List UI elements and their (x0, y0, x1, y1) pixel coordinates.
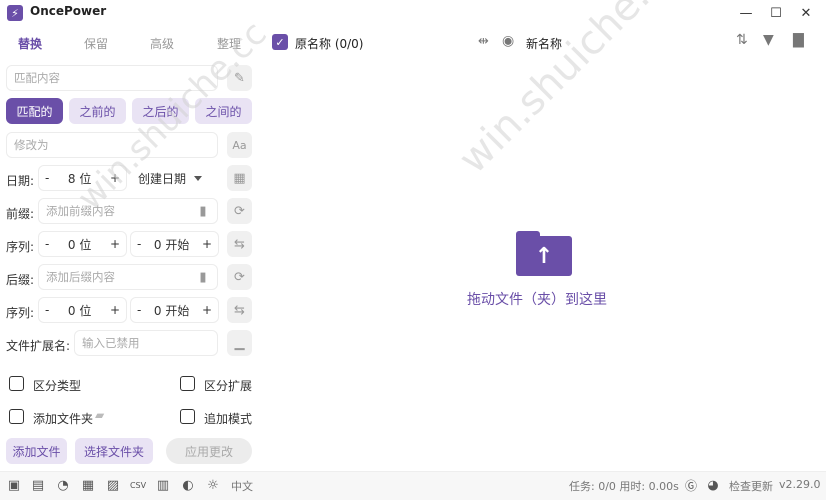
tab-replace[interactable]: 替换 (18, 35, 42, 52)
github-icon[interactable]: ◕ (705, 477, 721, 493)
maximize-button[interactable]: ☐ (761, 2, 791, 24)
sequence-digits-stepper-1[interactable]: - 0 位 + (38, 231, 127, 257)
mode-match-button[interactable]: 匹配的 (6, 98, 63, 124)
tips-icon[interactable]: ◐ (180, 477, 196, 493)
minus-icon[interactable]: ▁ (227, 330, 252, 356)
date-type-value: 创建日期 (138, 171, 187, 186)
match-content-input[interactable]: 匹配内容 (6, 65, 218, 91)
log-icon[interactable]: ▤ (30, 477, 46, 493)
save-icon[interactable]: ▣ (6, 477, 22, 493)
theme-icon[interactable]: ☼ (205, 477, 221, 493)
sequence-label-2: 序列: (6, 306, 35, 320)
sequence-start-stepper-2[interactable]: - 0 开始 + (130, 297, 219, 323)
suffix-label: 后缀: (6, 273, 35, 287)
language-switch[interactable]: 中文 (231, 478, 253, 494)
extension-label: 文件扩展名: (6, 339, 71, 353)
app-logo-icon: ⚡ (7, 5, 23, 21)
sequence-label-1: 序列: (6, 240, 35, 254)
calendar-icon[interactable]: ▥ (155, 477, 171, 493)
file-icon[interactable]: ▮ (192, 199, 214, 223)
refresh-icon[interactable]: ⟳ (227, 198, 252, 224)
add-file-button[interactable]: 添加文件 (6, 438, 67, 464)
prefix-label: 前缀: (6, 207, 35, 221)
new-name-header: 新名称 (526, 37, 563, 51)
sort-icon[interactable]: ⇅ (736, 32, 748, 48)
append-mode-label: 追加模式 (204, 412, 253, 426)
file-icon[interactable]: ▮ (192, 265, 214, 289)
plus-button[interactable]: + (110, 237, 120, 251)
eye-icon[interactable]: ◉ (502, 33, 514, 49)
date-digits-stepper[interactable]: - 8 位 + (38, 165, 127, 191)
extension-input[interactable]: 输入已禁用 (74, 330, 218, 356)
plus-button[interactable]: + (110, 171, 120, 185)
modify-to-input[interactable]: 修改为 (6, 132, 218, 158)
tab-keep[interactable]: 保留 (84, 35, 108, 52)
sequence-digits-value: 0 位 (67, 303, 92, 318)
check-update-link[interactable]: 检查更新 (729, 478, 773, 494)
version-label: v2.29.0 (779, 478, 821, 491)
plus-button[interactable]: + (110, 303, 120, 317)
prefix-input[interactable]: 添加前缀内容 (38, 198, 218, 224)
chevron-down-icon (194, 175, 203, 181)
date-type-select[interactable]: 创建日期 (138, 165, 203, 191)
distinguish-ext-label: 区分扩展 (204, 379, 253, 393)
ruler-icon[interactable]: ✎ (227, 65, 252, 91)
tab-organize[interactable]: 整理 (217, 35, 241, 52)
case-icon[interactable]: Aa (227, 132, 252, 158)
append-mode-checkbox[interactable] (180, 409, 195, 424)
add-folder-label: 添加文件夹 (33, 412, 94, 426)
mode-before-button[interactable]: 之前的 (69, 98, 126, 124)
distinguish-ext-checkbox[interactable] (180, 376, 195, 391)
gitee-icon[interactable]: Ⓖ (683, 477, 699, 493)
original-name-header: 原名称 (0/0) (295, 37, 364, 51)
package-icon[interactable]: ▦ (80, 477, 96, 493)
distinguish-type-label: 区分类型 (33, 379, 82, 393)
sequence-start-stepper-1[interactable]: - 0 开始 + (130, 231, 219, 257)
date-label: 日期: (6, 174, 35, 188)
select-all-checkbox[interactable]: ✓ (272, 34, 288, 50)
task-status: 任务: 0/0 用时: 0.00s (569, 480, 679, 493)
select-folder-button[interactable]: 选择文件夹 (75, 438, 153, 464)
mode-after-button[interactable]: 之后的 (132, 98, 189, 124)
close-button[interactable]: ✕ (791, 2, 821, 24)
compare-icon[interactable]: ⇹ (478, 34, 489, 49)
sequence-digits-stepper-2[interactable]: - 0 位 + (38, 297, 127, 323)
mode-between-button[interactable]: 之间的 (195, 98, 252, 124)
sequence-settings-icon[interactable]: ⇆ (227, 231, 252, 257)
image-icon[interactable]: ▨ (105, 477, 121, 493)
refresh-icon[interactable]: ⟳ (227, 264, 252, 290)
trash-icon[interactable]: ▇ (793, 32, 804, 48)
suffix-input[interactable]: 添加后缀内容 (38, 264, 218, 290)
tab-advanced[interactable]: 高级 (150, 35, 174, 52)
folder-icon: ▰ (95, 408, 105, 422)
history-icon[interactable]: ◔ (55, 477, 71, 493)
date-digits-value: 8 位 (67, 171, 92, 186)
calendar-icon[interactable]: ▦ (227, 165, 252, 191)
plus-button[interactable]: + (202, 237, 212, 251)
distinguish-type-checkbox[interactable] (9, 376, 24, 391)
sequence-settings-icon[interactable]: ⇆ (227, 297, 252, 323)
sequence-digits-value: 0 位 (67, 237, 92, 252)
title-bar: ⚡ OncePower — ☐ ✕ (0, 0, 826, 26)
plus-button[interactable]: + (202, 303, 212, 317)
csv-icon[interactable]: CSV (130, 477, 146, 493)
sequence-start-value: 0 开始 (153, 303, 190, 318)
upload-folder-icon: ↑ (516, 231, 572, 276)
apply-changes-button[interactable]: 应用更改 (166, 438, 252, 464)
minimize-button[interactable]: — (731, 2, 761, 24)
filter-icon[interactable]: ▼ (763, 32, 774, 48)
sequence-start-value: 0 开始 (153, 237, 190, 252)
add-folder-checkbox[interactable] (9, 409, 24, 424)
drop-hint-text: 拖动文件（夹）到这里 (467, 292, 607, 308)
app-title: OncePower (30, 4, 107, 18)
status-bar (0, 471, 826, 500)
